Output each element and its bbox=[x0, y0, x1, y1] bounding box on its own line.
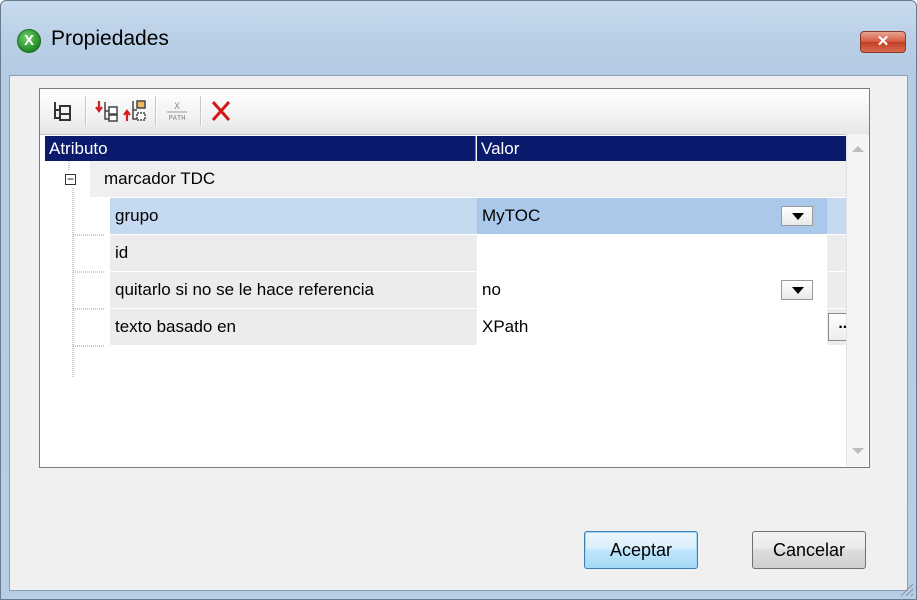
close-icon: ✕ bbox=[876, 33, 890, 50]
group-label: marcador TDC bbox=[90, 161, 850, 197]
vertical-scrollbar[interactable] bbox=[846, 134, 868, 466]
column-header-attribute[interactable]: Atributo bbox=[45, 136, 476, 161]
add-attribute-after-icon bbox=[123, 100, 146, 121]
table-row[interactable]: texto basado en XPath ... bbox=[45, 309, 863, 346]
xpath-icon: X PATH bbox=[167, 102, 187, 122]
ok-button[interactable]: Aceptar bbox=[584, 531, 698, 569]
table-row[interactable]: quitarlo si no se le hace referencia no bbox=[45, 272, 863, 309]
scroll-up-icon[interactable] bbox=[852, 146, 864, 152]
dialog-title: Propiedades bbox=[51, 27, 169, 50]
app-icon: X bbox=[17, 29, 41, 53]
dropdown-button[interactable] bbox=[781, 280, 813, 300]
cancel-button[interactable]: Cancelar bbox=[752, 531, 866, 569]
scroll-down-icon[interactable] bbox=[852, 448, 864, 454]
close-button[interactable]: ✕ bbox=[860, 31, 906, 53]
add-attribute-before-button[interactable] bbox=[94, 98, 120, 124]
xpath-icon-bottom: PATH bbox=[169, 114, 186, 122]
add-attribute-after-button[interactable] bbox=[122, 98, 148, 124]
xpath-icon-top: X bbox=[174, 102, 180, 112]
tree-view-icon bbox=[54, 102, 71, 121]
properties-panel: X PATH Atributo Valor − marcador TDC gru… bbox=[39, 88, 870, 468]
collapse-toggle-icon[interactable]: − bbox=[65, 173, 76, 185]
attribute-name: grupo bbox=[110, 198, 477, 234]
xpath-button[interactable]: X PATH bbox=[164, 98, 190, 124]
delete-button[interactable] bbox=[208, 98, 234, 124]
attribute-grid: Atributo Valor − marcador TDC grupo MyTO bbox=[45, 134, 863, 466]
tree-view-button[interactable] bbox=[50, 98, 76, 124]
column-header-value[interactable]: Valor bbox=[477, 136, 862, 161]
attribute-name: texto basado en bbox=[110, 309, 477, 345]
toolbar-separator bbox=[85, 96, 87, 126]
resize-grip-icon[interactable] bbox=[898, 581, 914, 597]
attribute-value[interactable]: no bbox=[477, 272, 827, 308]
attribute-name: quitarlo si no se le hace referencia bbox=[110, 272, 477, 308]
add-attribute-before-icon bbox=[95, 101, 118, 122]
group-row[interactable]: − marcador TDC bbox=[45, 161, 863, 198]
title-bar[interactable]: X Propiedades ✕ bbox=[1, 1, 916, 75]
properties-dialog: X Propiedades ✕ X PATH Atributo Valor − … bbox=[0, 0, 917, 600]
toolbar: X PATH bbox=[40, 89, 869, 135]
attribute-name: id bbox=[110, 235, 477, 271]
dropdown-button[interactable] bbox=[781, 206, 813, 226]
attribute-value[interactable] bbox=[477, 235, 827, 271]
attribute-value[interactable]: XPath bbox=[477, 309, 827, 345]
attribute-value[interactable]: MyTOC bbox=[477, 198, 827, 234]
table-row[interactable]: grupo MyTOC bbox=[45, 198, 863, 235]
table-row[interactable]: id bbox=[45, 235, 863, 272]
toolbar-separator bbox=[200, 96, 202, 126]
delete-icon bbox=[211, 101, 231, 121]
toolbar-separator bbox=[155, 96, 157, 126]
